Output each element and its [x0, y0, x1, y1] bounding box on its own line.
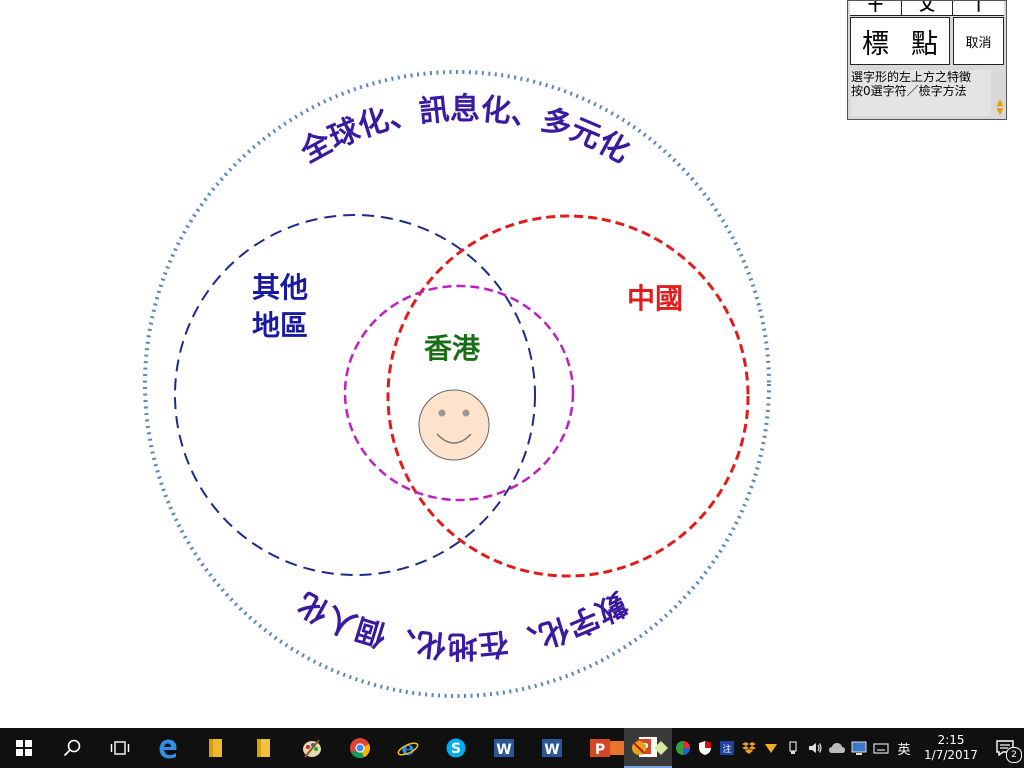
network-icon[interactable]: [848, 728, 870, 768]
svg-text:W: W: [544, 742, 559, 758]
ime-hint: 選字形的左上方之特徵 按0選字符／檢字方法: [851, 70, 991, 116]
ime-hint-line: 按0選字符／檢字方法: [851, 84, 967, 98]
edge-icon[interactable]: [144, 728, 192, 768]
tray-app-icon[interactable]: [672, 728, 694, 768]
clock-time: 2:15: [937, 733, 965, 747]
ime-key[interactable]: 乂: [902, 1, 954, 15]
chrome-icon[interactable]: [336, 728, 384, 768]
ime-candidate[interactable]: 點: [911, 22, 938, 61]
ie-icon[interactable]: e: [384, 728, 432, 768]
hongkong-label: 香港: [424, 332, 481, 365]
tray-app-icon[interactable]: [650, 728, 672, 768]
svg-text:S: S: [451, 741, 461, 757]
ime-hint-line: 選字形的左上方之特徵: [851, 70, 972, 84]
tray-app-icon[interactable]: [760, 728, 782, 768]
clock-date: 1/7/2017: [924, 748, 978, 762]
smiley-face-icon: [418, 389, 490, 461]
tray-app-icon[interactable]: 注: [716, 728, 738, 768]
dropbox-icon[interactable]: [738, 728, 760, 768]
ime-cancel-button[interactable]: 取消: [953, 17, 1004, 65]
ime-panel: 十 乂 丨 標 點 取消 選字形的左上方之特徵 按0選字符／檢字方法 ▲ ▼: [847, 0, 1007, 120]
speaker-icon[interactable]: [804, 728, 826, 768]
ime-top-keys: 十 乂 丨: [850, 1, 1004, 16]
task-view-icon[interactable]: [96, 728, 144, 768]
tray-app-icon[interactable]: [606, 728, 628, 768]
usb-icon[interactable]: [782, 728, 804, 768]
search-icon[interactable]: [48, 728, 96, 768]
input-language-indicator[interactable]: 英: [892, 739, 916, 758]
others-circle: [174, 214, 536, 576]
notification-badge: 2: [1006, 747, 1022, 763]
ime-candidate-box[interactable]: 標 點: [850, 17, 950, 65]
tray-app-icon[interactable]: [628, 728, 650, 768]
others-label-line1: 其他: [252, 271, 308, 304]
word-icon[interactable]: W: [528, 728, 576, 768]
keyboard-icon[interactable]: [870, 728, 892, 768]
svg-text:W: W: [496, 742, 511, 758]
folder-icon[interactable]: [240, 728, 288, 768]
action-center-icon[interactable]: 2: [986, 728, 1024, 768]
outer-circle: [143, 70, 771, 698]
skype-icon[interactable]: S: [432, 728, 480, 768]
ime-scroll-arrows-icon[interactable]: ▲ ▼: [994, 97, 1006, 119]
paint-icon[interactable]: [288, 728, 336, 768]
svg-text:e: e: [402, 737, 415, 759]
svg-text:注: 注: [722, 743, 731, 755]
ime-candidate[interactable]: 標: [862, 22, 889, 61]
ime-key[interactable]: 十: [850, 1, 902, 15]
tray-app-icon[interactable]: [694, 728, 716, 768]
outer-arc-bottom-text: 數字化、在地化、個人化: [292, 585, 632, 663]
word-icon[interactable]: W: [480, 728, 528, 768]
china-label: 中國: [627, 282, 683, 315]
folder-icon[interactable]: [192, 728, 240, 768]
taskbar: e S W W P P: [0, 728, 1024, 768]
others-label-line2: 地區: [252, 309, 308, 342]
cloud-icon[interactable]: [826, 728, 848, 768]
windows-start-icon[interactable]: [0, 728, 48, 768]
clock[interactable]: 2:15 1/7/2017: [916, 728, 986, 768]
outer-arc-top-text: 全球化、訊息化、多元化: [294, 92, 635, 170]
svg-text:P: P: [595, 742, 605, 758]
ime-key[interactable]: 丨: [953, 1, 1004, 15]
system-tray: 注 英 2:15 1/7/2017 2: [606, 728, 1024, 768]
